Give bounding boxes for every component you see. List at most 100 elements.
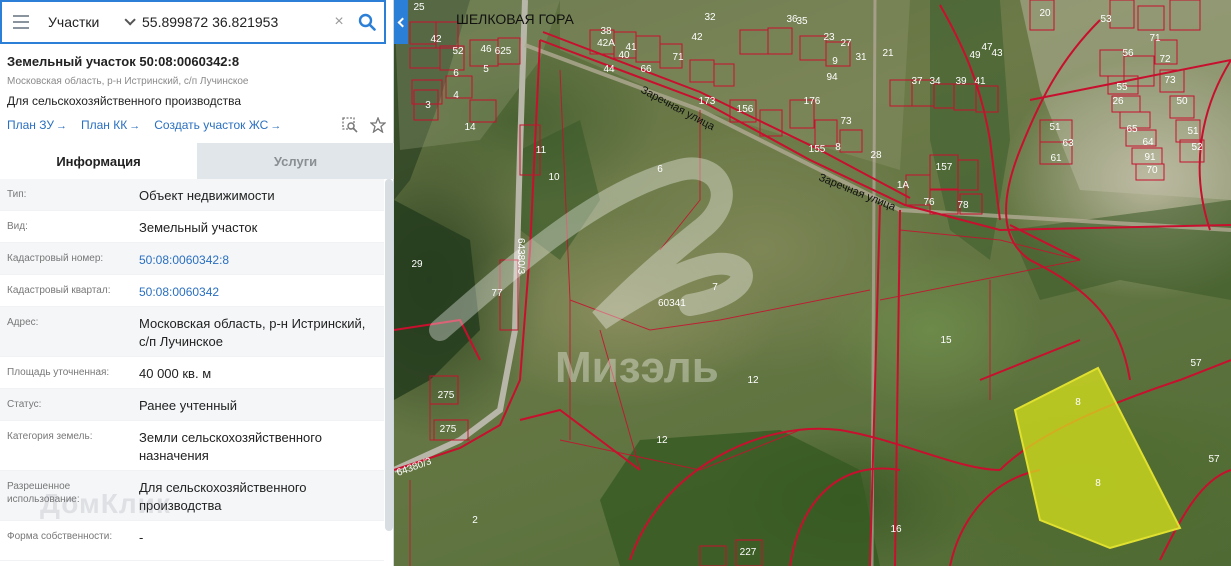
info-row: Форма собственности: - [0, 521, 384, 561]
plot-number-label: 57 [1208, 454, 1220, 465]
plot-number-label: 73 [1164, 75, 1176, 86]
plot-number-label: 3 [425, 100, 431, 111]
plot-number-label: 14 [464, 122, 476, 133]
plot-number-label: 35 [796, 16, 808, 27]
cadastral-number-link[interactable]: 50:08:0060342:8 [132, 243, 384, 274]
info-row: Адрес: Московская область, р-н Истрински… [0, 307, 384, 357]
info-value: Для сельскохозяйственного производства [139, 480, 307, 513]
plot-number-label: 6 [657, 164, 663, 175]
plot-number-label: 51 [1187, 126, 1199, 137]
plot-number-label: 63 [1062, 138, 1074, 149]
info-key: Статус: [7, 399, 42, 410]
plot-number-label: 56 [1122, 48, 1134, 59]
plot-number-label: 9 [832, 56, 838, 67]
plot-number-label: 37 [911, 76, 923, 87]
plot-number-label: 31 [855, 52, 867, 63]
plot-number-label: 44 [603, 64, 615, 75]
plot-number-label: 77 [491, 288, 503, 299]
create-parcel-link[interactable]: Создать участок ЖС → [154, 118, 281, 132]
info-panel: Участки × Земельный участок 50:08:006034… [0, 0, 394, 566]
search-area-icon[interactable] [341, 116, 359, 134]
parcel-header: Земельный участок 50:08:0060342:8 Москов… [0, 54, 394, 134]
info-row: Разрешенное использование: Для сельскохо… [0, 471, 384, 521]
info-key: Тип: [7, 189, 27, 200]
plot-number-label: 94 [826, 72, 838, 83]
plot-number-label: 173 [699, 96, 716, 107]
layer-select[interactable]: Участки [40, 2, 138, 42]
collapse-panel-button[interactable] [394, 0, 408, 44]
plan-zu-link[interactable]: План ЗУ → [7, 118, 67, 132]
plot-number-label: 57 [1190, 358, 1202, 369]
plot-number-label: 29 [411, 259, 423, 270]
plot-number-label: 8 [1095, 478, 1101, 489]
info-scrollbar[interactable] [385, 179, 393, 531]
menu-icon[interactable] [2, 2, 40, 42]
plot-number-label: 52 [1191, 142, 1203, 153]
town-label: ШЕЛКОВАЯ ГОРА [456, 11, 575, 27]
info-row: Площадь уточненная: 40 000 кв. м [0, 357, 384, 389]
plot-number-label: 8 [835, 142, 841, 153]
watermark-text: Мизэль [555, 343, 719, 392]
plot-number-label: 23 [823, 32, 835, 43]
plot-number-label: 156 [737, 104, 754, 115]
map-watermark: Мизэль [429, 157, 753, 392]
tab-information[interactable]: Информация [0, 143, 197, 179]
cadastral-quarter-link[interactable]: 50:08:0060342 [132, 275, 384, 306]
clear-button[interactable]: × [328, 2, 350, 42]
search-bar: Участки × [0, 0, 386, 44]
info-key: Форма собственности: [7, 531, 113, 542]
chevron-left-icon [397, 17, 408, 27]
plot-number-label: 64 [1142, 137, 1154, 148]
plot-number-label: 66 [640, 64, 652, 75]
plot-number-label: 5 [483, 64, 489, 75]
info-row: Категория земель: Земли сельскохозяйстве… [0, 421, 384, 471]
plot-number-label: 65 [1126, 124, 1138, 135]
plot-number-label: 275 [440, 424, 457, 435]
info-key: Кадастровый квартал: [7, 285, 111, 296]
plot-number-label: 26 [1112, 96, 1124, 107]
info-table: Тип: Объект недвижимости Вид: Земельный … [0, 179, 384, 566]
plot-number-label: 15 [940, 335, 952, 346]
chevron-down-icon [124, 14, 136, 26]
plot-number-label: 47 [981, 42, 993, 53]
plot-number-label: 43 [991, 48, 1003, 59]
plot-number-label: 157 [936, 162, 953, 173]
info-key: Адрес: [7, 317, 39, 328]
search-button[interactable] [350, 2, 384, 42]
parcel-links: План ЗУ → План КК → Создать участок ЖС → [7, 116, 387, 134]
info-value: 40 000 кв. м [139, 366, 212, 381]
plot-number-label: 71 [672, 52, 684, 63]
info-row: Вид: Земельный участок [0, 211, 384, 243]
plot-number-label: 32 [704, 12, 716, 23]
plot-number-label: 91 [1144, 152, 1156, 163]
plot-number-label: 275 [438, 390, 455, 401]
plot-number-label: 176 [804, 96, 821, 107]
plot-number-label: 6 [453, 68, 459, 79]
plot-number-label: 53 [1100, 14, 1112, 25]
info-value: Земли сельскохозяйственного назначения [139, 430, 322, 463]
street-label: Заречная улица [817, 172, 898, 214]
plot-number-label: 52 [452, 46, 464, 57]
plot-number-label: 50 [1176, 96, 1188, 107]
plot-number-label: 227 [740, 547, 757, 558]
search-icon [358, 13, 376, 31]
plot-number-label: 70 [1146, 165, 1158, 176]
parcel-title: Земельный участок 50:08:0060342:8 [7, 54, 240, 69]
quarter-label: 64380/3 [515, 238, 526, 275]
plot-number-label: 4 [453, 90, 459, 101]
plot-number-label: 49 [969, 50, 981, 61]
tab-services[interactable]: Услуги [197, 143, 394, 179]
plot-number-label: 42A [597, 38, 615, 49]
search-input[interactable] [138, 2, 328, 42]
layer-select-value: Участки [48, 14, 100, 30]
info-row: Кадастровый номер: 50:08:0060342:8 [0, 243, 384, 275]
plot-number-label: 1A [897, 180, 910, 191]
plan-kk-link[interactable]: План КК → [81, 118, 140, 132]
info-key: Кадастровый номер: [7, 253, 104, 264]
star-icon[interactable] [369, 116, 387, 134]
info-value: - [139, 530, 144, 545]
plot-number-label: 78 [957, 200, 969, 211]
selected-parcel[interactable] [1013, 366, 1182, 550]
plot-number-label: 8 [1075, 397, 1081, 408]
plot-number-label: 11 [536, 145, 547, 156]
